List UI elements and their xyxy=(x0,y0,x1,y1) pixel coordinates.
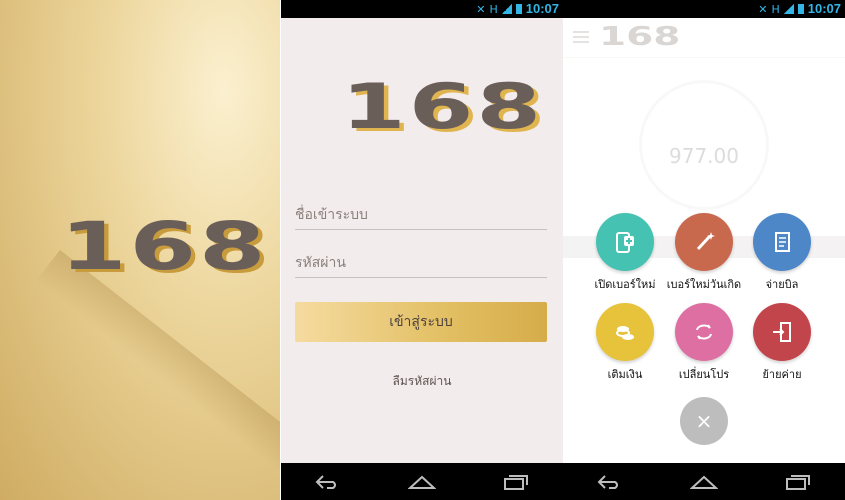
status-bar: ✕ H 10:07 xyxy=(563,0,845,18)
splash-screen: 168 xyxy=(0,0,280,500)
hamburger-menu-icon xyxy=(573,31,589,43)
battery-icon xyxy=(515,4,522,14)
fab-label: เปลี่ยนโปร xyxy=(678,368,730,381)
close-icon: × xyxy=(695,409,713,433)
battery-icon xyxy=(797,4,804,14)
mute-icon: ✕ xyxy=(758,2,768,16)
login-screen: ✕ H 10:07 168 ชื่อเข้าระบบ รหัสผ่าน เข้า… xyxy=(281,0,563,500)
screenshot-stage: 168 ✕ H 10:07 168 ชื่อเข้าระบบ รหัสผ่าน … xyxy=(0,0,845,500)
forgot-password-link[interactable]: ลืมรหัสผ่าน xyxy=(281,372,563,391)
app-header: 168 xyxy=(563,18,845,58)
status-time: 10:07 xyxy=(807,1,841,16)
menu-screen: ✕ H 10:07 168 977.00 เปิดเบอร์ใหม่ เบอร์… xyxy=(563,0,845,500)
home-icon[interactable] xyxy=(402,467,442,497)
birthday-number-button[interactable] xyxy=(675,213,733,271)
close-menu-button[interactable]: × xyxy=(680,397,728,445)
fab-label: จ่ายบิล xyxy=(765,278,799,291)
recent-apps-icon[interactable] xyxy=(778,467,818,497)
move-network-icon xyxy=(773,322,791,342)
password-field[interactable]: รหัสผ่าน xyxy=(295,246,547,278)
move-network-button[interactable] xyxy=(753,303,811,361)
recent-apps-icon[interactable] xyxy=(496,467,536,497)
login-button[interactable]: เข้าสู่ระบบ xyxy=(295,302,547,342)
status-bar: ✕ H 10:07 xyxy=(281,0,563,18)
balance-value: 977.00 xyxy=(669,144,739,168)
android-nav-bar xyxy=(563,463,845,500)
pay-bill-button[interactable] xyxy=(753,213,811,271)
coins-icon xyxy=(616,326,634,340)
new-sim-icon xyxy=(616,232,634,253)
signal-icon xyxy=(783,4,794,14)
top-up-button[interactable] xyxy=(596,303,654,361)
back-icon[interactable] xyxy=(590,467,630,497)
fab-label: ย้ายค่าย xyxy=(762,368,802,381)
network-type: H xyxy=(489,2,498,16)
back-icon[interactable] xyxy=(308,467,348,497)
splash-logo: 168 xyxy=(60,208,269,285)
fab-label: เปิดเบอร์ใหม่ xyxy=(594,278,656,291)
signal-icon xyxy=(501,4,512,14)
swap-icon xyxy=(696,324,712,340)
fab-label: เติมเงิน xyxy=(607,368,643,381)
login-logo: 168 xyxy=(341,70,545,143)
open-new-number-button[interactable] xyxy=(596,213,654,271)
android-nav-bar xyxy=(281,463,563,500)
mute-icon: ✕ xyxy=(476,2,486,16)
header-logo: 168 xyxy=(599,22,681,52)
magic-wand-icon xyxy=(696,232,715,251)
bill-icon xyxy=(775,232,790,252)
network-type: H xyxy=(771,2,780,16)
fab-label: เบอร์ใหม่วันเกิด xyxy=(666,278,742,291)
home-icon[interactable] xyxy=(684,467,724,497)
status-time: 10:07 xyxy=(525,1,559,16)
username-field[interactable]: ชื่อเข้าระบบ xyxy=(295,198,547,230)
change-promotion-button[interactable] xyxy=(675,303,733,361)
